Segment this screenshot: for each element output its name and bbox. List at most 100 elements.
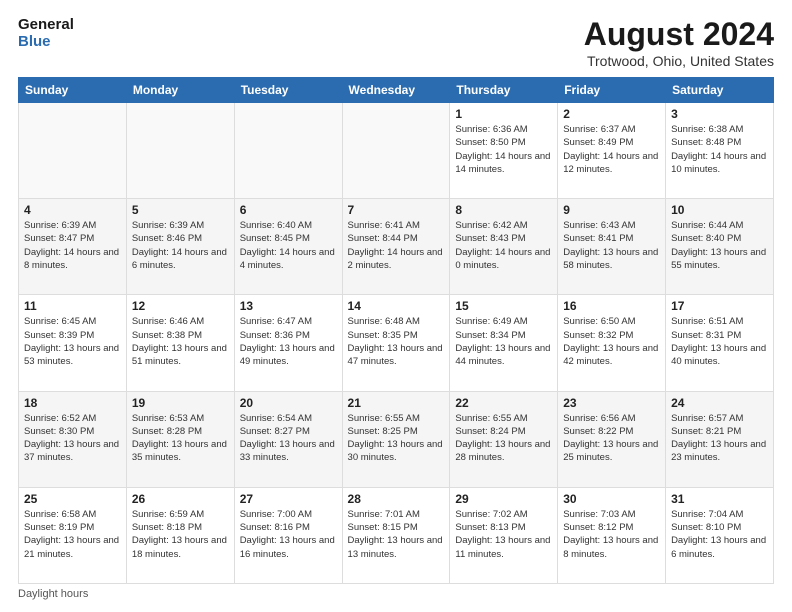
logo-text-general: General <box>18 16 74 33</box>
day-number: 18 <box>24 396 121 410</box>
day-cell-2-6: 9 Sunrise: 6:43 AMSunset: 8:41 PMDaylight… <box>558 199 666 295</box>
week-row-1: 1 Sunrise: 6:36 AMSunset: 8:50 PMDaylight… <box>19 103 774 199</box>
day-number: 15 <box>455 299 552 313</box>
day-cell-2-4: 7 Sunrise: 6:41 AMSunset: 8:44 PMDaylight… <box>342 199 450 295</box>
day-number: 5 <box>132 203 229 217</box>
week-row-3: 11 Sunrise: 6:45 AMSunset: 8:39 PMDayligh… <box>19 295 774 391</box>
col-saturday: Saturday <box>666 78 774 103</box>
day-info: Sunrise: 6:53 AMSunset: 8:28 PMDaylight:… <box>132 412 229 465</box>
day-cell-1-7: 3Sunrise: 6:38 AMSunset: 8:48 PMDaylight… <box>666 103 774 199</box>
day-info: Sunrise: 7:04 AMSunset: 8:10 PMDaylight:… <box>671 508 768 561</box>
day-number: 14 <box>348 299 445 313</box>
day-info: Sunrise: 7:02 AMSunset: 8:13 PMDaylight:… <box>455 508 552 561</box>
day-info: Sunrise: 6:50 AMSunset: 8:32 PMDaylight:… <box>563 315 660 368</box>
day-number: 2 <box>563 107 660 121</box>
day-info: Sunrise: 6:54 AMSunset: 8:27 PMDaylight:… <box>240 412 337 465</box>
day-number: 8 <box>455 203 552 217</box>
day-info: Sunrise: 6:39 AMSunset: 8:46 PMDaylight:… <box>132 219 229 272</box>
day-info: Sunrise: 6:55 AMSunset: 8:24 PMDaylight:… <box>455 412 552 465</box>
day-info: Sunrise: 6:43 AMSunset: 8:41 PMDaylight:… <box>563 219 660 272</box>
day-number: 9 <box>563 203 660 217</box>
day-cell-5-2: 26 Sunrise: 6:59 AMSunset: 8:18 PMDayligh… <box>126 487 234 583</box>
day-number: 30 <box>563 492 660 506</box>
day-info: Sunrise: 6:40 AMSunset: 8:45 PMDaylight:… <box>240 219 337 272</box>
day-number: 4 <box>24 203 121 217</box>
day-info: Sunrise: 7:03 AMSunset: 8:12 PMDaylight:… <box>563 508 660 561</box>
footer-note: Daylight hours <box>18 588 774 600</box>
day-info: Sunrise: 6:58 AMSunset: 8:19 PMDaylight:… <box>24 508 121 561</box>
day-info: Sunrise: 6:45 AMSunset: 8:39 PMDaylight:… <box>24 315 121 368</box>
day-info: Sunrise: 6:59 AMSunset: 8:18 PMDaylight:… <box>132 508 229 561</box>
day-number: 24 <box>671 396 768 410</box>
day-number: 12 <box>132 299 229 313</box>
day-info: Sunrise: 6:39 AMSunset: 8:47 PMDaylight:… <box>24 219 121 272</box>
day-cell-3-2: 12 Sunrise: 6:46 AMSunset: 8:38 PMDayligh… <box>126 295 234 391</box>
day-cell-2-3: 6 Sunrise: 6:40 AMSunset: 8:45 PMDaylight… <box>234 199 342 295</box>
day-info: Sunrise: 6:36 AMSunset: 8:50 PMDaylight:… <box>455 123 552 176</box>
day-number: 22 <box>455 396 552 410</box>
day-info: Sunrise: 6:55 AMSunset: 8:25 PMDaylight:… <box>348 412 445 465</box>
day-cell-2-5: 8 Sunrise: 6:42 AMSunset: 8:43 PMDaylight… <box>450 199 558 295</box>
day-info: Sunrise: 6:48 AMSunset: 8:35 PMDaylight:… <box>348 315 445 368</box>
day-info: Sunrise: 6:49 AMSunset: 8:34 PMDaylight:… <box>455 315 552 368</box>
day-cell-5-5: 29Sunrise: 7:02 AMSunset: 8:13 PMDayligh… <box>450 487 558 583</box>
col-tuesday: Tuesday <box>234 78 342 103</box>
day-cell-3-6: 16Sunrise: 6:50 AMSunset: 8:32 PMDayligh… <box>558 295 666 391</box>
day-cell-4-4: 21 Sunrise: 6:55 AMSunset: 8:25 PMDayligh… <box>342 391 450 487</box>
header: General Blue General Blue August 2024 Tr… <box>18 16 774 69</box>
day-number: 21 <box>348 396 445 410</box>
day-cell-2-1: 4 Sunrise: 6:39 AMSunset: 8:47 PMDaylight… <box>19 199 127 295</box>
day-cell-5-3: 27 Sunrise: 7:00 AMSunset: 8:16 PMDayligh… <box>234 487 342 583</box>
day-info: Sunrise: 7:01 AMSunset: 8:15 PMDaylight:… <box>348 508 445 561</box>
day-number: 17 <box>671 299 768 313</box>
day-info: Sunrise: 6:52 AMSunset: 8:30 PMDaylight:… <box>24 412 121 465</box>
week-row-5: 25 Sunrise: 6:58 AMSunset: 8:19 PMDayligh… <box>19 487 774 583</box>
day-number: 26 <box>132 492 229 506</box>
day-cell-5-6: 30 Sunrise: 7:03 AMSunset: 8:12 PMDayligh… <box>558 487 666 583</box>
day-info: Sunrise: 6:46 AMSunset: 8:38 PMDaylight:… <box>132 315 229 368</box>
day-cell-2-2: 5 Sunrise: 6:39 AMSunset: 8:46 PMDaylight… <box>126 199 234 295</box>
day-info: Sunrise: 6:42 AMSunset: 8:43 PMDaylight:… <box>455 219 552 272</box>
col-wednesday: Wednesday <box>342 78 450 103</box>
col-monday: Monday <box>126 78 234 103</box>
day-cell-1-5: 1 Sunrise: 6:36 AMSunset: 8:50 PMDaylight… <box>450 103 558 199</box>
day-cell-1-6: 2 Sunrise: 6:37 AMSunset: 8:49 PMDaylight… <box>558 103 666 199</box>
day-info: Sunrise: 6:37 AMSunset: 8:49 PMDaylight:… <box>563 123 660 176</box>
day-cell-1-2 <box>126 103 234 199</box>
day-number: 27 <box>240 492 337 506</box>
day-number: 10 <box>671 203 768 217</box>
day-number: 3 <box>671 107 768 121</box>
day-number: 6 <box>240 203 337 217</box>
day-cell-3-7: 17 Sunrise: 6:51 AMSunset: 8:31 PMDayligh… <box>666 295 774 391</box>
day-number: 1 <box>455 107 552 121</box>
day-info: Sunrise: 6:57 AMSunset: 8:21 PMDaylight:… <box>671 412 768 465</box>
day-cell-4-3: 20Sunrise: 6:54 AMSunset: 8:27 PMDayligh… <box>234 391 342 487</box>
day-cell-4-5: 22 Sunrise: 6:55 AMSunset: 8:24 PMDayligh… <box>450 391 558 487</box>
day-cell-2-7: 10 Sunrise: 6:44 AMSunset: 8:40 PMDayligh… <box>666 199 774 295</box>
month-title: August 2024 <box>584 16 774 53</box>
day-cell-1-3 <box>234 103 342 199</box>
location: Trotwood, Ohio, United States <box>584 53 774 69</box>
logo: General Blue General Blue <box>18 16 74 51</box>
day-info: Sunrise: 6:47 AMSunset: 8:36 PMDaylight:… <box>240 315 337 368</box>
day-number: 7 <box>348 203 445 217</box>
day-info: Sunrise: 7:00 AMSunset: 8:16 PMDaylight:… <box>240 508 337 561</box>
day-cell-1-4 <box>342 103 450 199</box>
day-number: 25 <box>24 492 121 506</box>
day-cell-3-5: 15 Sunrise: 6:49 AMSunset: 8:34 PMDayligh… <box>450 295 558 391</box>
title-block: August 2024 Trotwood, Ohio, United State… <box>584 16 774 69</box>
day-cell-5-7: 31 Sunrise: 7:04 AMSunset: 8:10 PMDayligh… <box>666 487 774 583</box>
day-info: Sunrise: 6:41 AMSunset: 8:44 PMDaylight:… <box>348 219 445 272</box>
week-row-2: 4 Sunrise: 6:39 AMSunset: 8:47 PMDaylight… <box>19 199 774 295</box>
day-info: Sunrise: 6:44 AMSunset: 8:40 PMDaylight:… <box>671 219 768 272</box>
day-cell-3-3: 13Sunrise: 6:47 AMSunset: 8:36 PMDayligh… <box>234 295 342 391</box>
day-number: 19 <box>132 396 229 410</box>
day-cell-4-6: 23 Sunrise: 6:56 AMSunset: 8:22 PMDayligh… <box>558 391 666 487</box>
col-friday: Friday <box>558 78 666 103</box>
day-info: Sunrise: 6:56 AMSunset: 8:22 PMDaylight:… <box>563 412 660 465</box>
day-number: 31 <box>671 492 768 506</box>
day-number: 23 <box>563 396 660 410</box>
day-number: 11 <box>24 299 121 313</box>
day-info: Sunrise: 6:51 AMSunset: 8:31 PMDaylight:… <box>671 315 768 368</box>
day-number: 28 <box>348 492 445 506</box>
